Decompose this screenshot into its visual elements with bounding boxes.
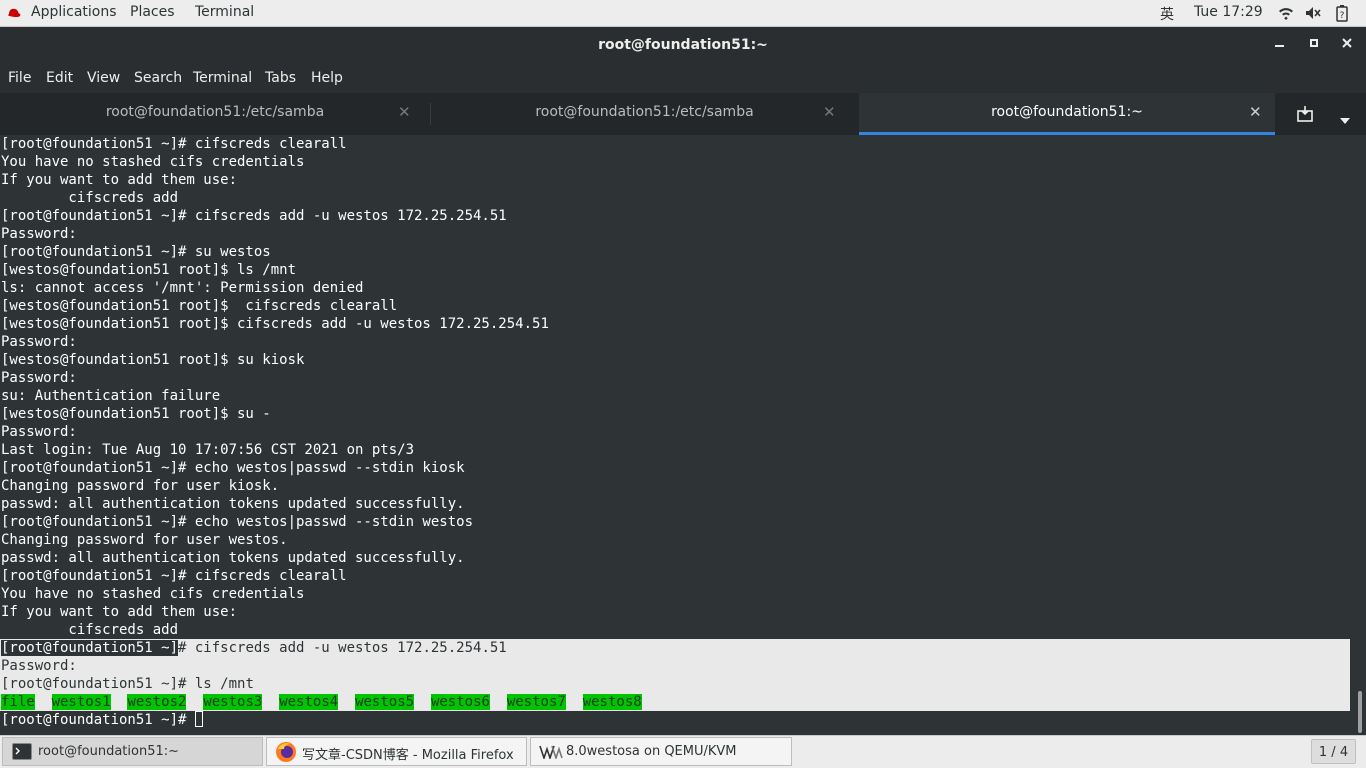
taskbar-item-label: root@foundation51:~: [38, 744, 180, 759]
firefox-icon: [275, 741, 297, 767]
ls-entry: westos6: [430, 694, 490, 710]
menu-view[interactable]: View: [87, 70, 120, 86]
menu-bar: File Edit View Search Terminal Tabs Help: [0, 64, 1366, 93]
new-tab-icon[interactable]: [1296, 105, 1314, 127]
terminal-line: [root@foundation51 ~]# echo westos|passw…: [1, 460, 465, 476]
tab-label: root@foundation51:~: [991, 104, 1143, 120]
ls-output-line: file westos1 westos2 westos3 westos4 wes…: [1, 693, 642, 711]
applications-menu[interactable]: Applications: [31, 4, 117, 20]
wifi-icon[interactable]: [1278, 5, 1294, 25]
taskbar-item-virt-viewer[interactable]: 8.0westosa on QEMU/KVM: [530, 737, 792, 766]
terminal-line: Password:: [1, 424, 77, 440]
svg-text:?: ?: [1340, 11, 1345, 21]
menu-search[interactable]: Search: [134, 70, 182, 86]
terminal-icon: [12, 743, 32, 764]
terminal-line: cifscreds add: [1, 622, 179, 638]
terminal-line: If you want to add them use:: [1, 604, 238, 620]
terminal-line: passwd: all authentication tokens update…: [1, 550, 465, 566]
terminal-current-line[interactable]: [root@foundation51 ~]#: [1, 711, 203, 729]
terminal-line: [westos@foundation51 root]$ su -: [1, 406, 271, 422]
terminal-line: Changing password for user westos.: [1, 532, 288, 548]
menu-help[interactable]: Help: [311, 70, 343, 86]
terminal-output[interactable]: [root@foundation51 ~]# cifscreds clearal…: [0, 135, 1352, 735]
power-status-icon[interactable]: ?: [1335, 4, 1349, 26]
window-list-bar: root@foundation51:~ 写文章-CSDN博客 - Mozilla…: [0, 735, 1366, 768]
input-method-indicator[interactable]: 英: [1160, 4, 1174, 24]
menu-terminal[interactable]: Terminal: [193, 70, 252, 86]
tab-close-icon[interactable]: ✕: [823, 103, 836, 121]
terminal-line: su: Authentication failure: [1, 388, 221, 404]
terminal-line: [root@foundation51 ~]# cifscreds clearal…: [1, 136, 347, 152]
terminal-line: Password:: [1, 226, 77, 242]
ls-entry: westos3: [203, 694, 263, 710]
terminal-line: You have no stashed cifs credentials: [1, 586, 305, 602]
terminal-line: [root@foundation51 ~]# cifscreds clearal…: [1, 568, 347, 584]
command: # ls /mnt: [178, 676, 254, 692]
terminal-line: passwd: all authentication tokens update…: [1, 496, 465, 512]
terminal-line: Last login: Tue Aug 10 17:07:56 CST 2021…: [1, 442, 415, 458]
taskbar-item-label: 8.0westosa on QEMU/KVM: [566, 744, 737, 759]
workspace-indicator[interactable]: 1 / 4: [1311, 739, 1356, 764]
terminal-line: [westos@foundation51 root]$ ls /mnt: [1, 262, 297, 278]
minimize-button[interactable]: [1272, 36, 1288, 52]
tab-etc-samba-2[interactable]: root@foundation51:/etc/samba ✕: [431, 93, 858, 135]
terminal-line: [root@foundation51 ~]# cifscreds add -u …: [1, 208, 507, 224]
ls-entry: westos2: [127, 694, 187, 710]
taskbar-item-label: 写文章-CSDN博客 - Mozilla Firefox: [302, 748, 514, 763]
volume-muted-icon[interactable]: [1304, 5, 1322, 25]
menu-file[interactable]: File: [8, 70, 31, 86]
maximize-button[interactable]: [1306, 36, 1322, 52]
tab-home[interactable]: root@foundation51:~ ✕: [859, 93, 1275, 135]
terminal-line: If you want to add them use:: [1, 172, 238, 188]
tab-etc-samba-1[interactable]: root@foundation51:/etc/samba ✕: [0, 93, 430, 135]
tab-close-icon[interactable]: ✕: [398, 103, 411, 121]
taskbar-item-terminal[interactable]: root@foundation51:~: [2, 737, 263, 766]
terminal-line-selected: Password:: [1, 658, 77, 674]
window-title: root@foundation51:~: [598, 37, 768, 53]
terminal-line: [westos@foundation51 root]$ su kiosk: [1, 352, 305, 368]
scrollbar-thumb[interactable]: [1358, 691, 1362, 733]
menu-edit[interactable]: Edit: [46, 70, 73, 86]
terminal-line: Password:: [1, 334, 77, 350]
prompt: [root@foundation51 ~]: [1, 676, 179, 692]
clock[interactable]: Tue 17:29: [1194, 4, 1263, 20]
virt-manager-icon: [539, 745, 563, 763]
ls-entry: file: [1, 694, 35, 710]
terminal-line-selected: [root@foundation51 ~]# cifscreds add -u …: [1, 639, 507, 657]
terminal-line: You have no stashed cifs credentials: [1, 154, 305, 170]
terminal-line: Password:: [1, 370, 77, 386]
terminal-line: ls: cannot access '/mnt': Permission den…: [1, 280, 364, 296]
redhat-icon: [6, 6, 22, 24]
close-window-button[interactable]: [1339, 36, 1355, 52]
places-menu[interactable]: Places: [130, 4, 175, 20]
terminal-scrollbar[interactable]: [1352, 135, 1366, 735]
ls-entry: westos8: [582, 694, 642, 710]
tab-label: root@foundation51:/etc/samba: [105, 104, 325, 120]
window-title-bar[interactable]: root@foundation51:~: [0, 27, 1366, 64]
ls-entry: westos1: [51, 694, 111, 710]
tab-bar: root@foundation51:/etc/samba ✕ root@foun…: [0, 93, 1366, 135]
terminal-line-selected: [root@foundation51 ~]# ls /mnt: [1, 675, 254, 693]
tab-close-icon[interactable]: ✕: [1249, 103, 1262, 121]
ls-entry: westos7: [506, 694, 566, 710]
terminal-line: [westos@foundation51 root]$ cifscreds ad…: [1, 316, 549, 332]
text-cursor: [194, 711, 203, 727]
taskbar-item-firefox[interactable]: 写文章-CSDN博客 - Mozilla Firefox: [266, 737, 527, 766]
command: # cifscreds add -u westos 172.25.254.51: [178, 640, 507, 656]
terminal-line: [root@foundation51 ~]# su westos: [1, 244, 271, 260]
tab-label: root@foundation51:/etc/samba: [535, 104, 754, 120]
menu-tabs[interactable]: Tabs: [265, 70, 296, 86]
terminal-app-menu[interactable]: Terminal: [195, 4, 254, 20]
terminal-line: [westos@foundation51 root]$ cifscreds cl…: [1, 298, 398, 314]
ls-entry: westos5: [355, 694, 415, 710]
chevron-down-icon[interactable]: [1339, 110, 1351, 129]
terminal-line: Changing password for user kiosk.: [1, 478, 280, 494]
prompt: [root@foundation51 ~]: [1, 640, 179, 656]
final-prompt: [root@foundation51 ~]#: [1, 712, 195, 728]
terminal-line: [root@foundation51 ~]# echo westos|passw…: [1, 514, 474, 530]
ls-entry: westos4: [279, 694, 339, 710]
terminal-line: cifscreds add: [1, 190, 179, 206]
gnome-top-bar: Applications Places Terminal 英 Tue 17:29…: [0, 0, 1366, 27]
